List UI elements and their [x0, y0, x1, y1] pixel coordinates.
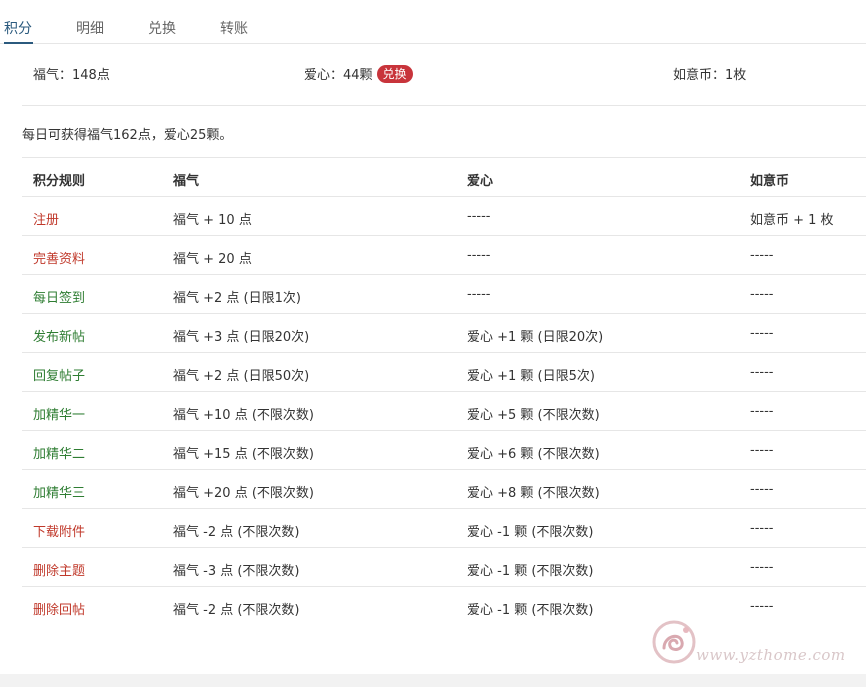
- aixin-cell: 爱心 -1 颗 (不限次数): [467, 525, 594, 540]
- points-summary: 福气：148点 爱心：44颗 兑换 如意币：1枚: [22, 44, 866, 106]
- fuqi-cell: 福气 +2 点 (日限1次): [173, 291, 301, 306]
- ruyibi-cell: -----: [750, 443, 774, 458]
- daily-limit-note: 每日可获得福气162点，爱心25颗。: [22, 128, 233, 143]
- table-row: 加精华二 福气 +15 点 (不限次数) 爱心 +6 颗 (不限次数) -----: [22, 430, 866, 469]
- aixin-cell: 爱心 -1 颗 (不限次数): [467, 564, 594, 579]
- table-row: 每日签到 福气 +2 点 (日限1次) ----- -----: [22, 274, 866, 313]
- fuqi-cell: 福气 +3 点 (日限20次): [173, 330, 310, 345]
- aixin-cell: -----: [467, 287, 491, 302]
- ruyibi-cell: -----: [750, 599, 774, 614]
- rule-name-cell: 完善资料: [33, 252, 86, 267]
- ruyibi-cell: 如意币 + 1 枚: [750, 213, 834, 228]
- tab-bar: 积分 明细 兑换 转账: [0, 0, 866, 44]
- ruyibi-cell: -----: [750, 326, 774, 341]
- tab-points[interactable]: 积分: [4, 18, 32, 38]
- ruyibi-cell: -----: [750, 560, 774, 575]
- header-fuqi: 福气: [173, 174, 200, 189]
- fuqi-cell: 福气 -3 点 (不限次数): [173, 564, 300, 579]
- points-rules-table: 积分规则 福气 爱心 如意币 注册 福气 + 10 点 ----- 如意币 + 1 枚…: [22, 157, 866, 625]
- tab-exchange[interactable]: 兑换: [148, 18, 176, 38]
- aixin-cell: -----: [467, 248, 491, 263]
- rule-name-cell: 注册: [33, 213, 60, 228]
- table-header-row: 积分规则 福气 爱心 如意币: [22, 157, 866, 196]
- table-row: 回复帖子 福气 +2 点 (日限50次) 爱心 +1 颗 (日限5次) -----: [22, 352, 866, 391]
- aixin-cell: 爱心 +8 颗 (不限次数): [467, 486, 600, 501]
- fuqi-cell: 福气 -2 点 (不限次数): [173, 603, 300, 618]
- footer-strip: [0, 674, 866, 687]
- tab-details[interactable]: 明细: [76, 18, 104, 38]
- aixin-cell: -----: [467, 209, 491, 224]
- ruyibi-balance: 如意币：1枚: [673, 68, 747, 83]
- watermark-logo-icon: [652, 620, 696, 664]
- aixin-balance-wrap: 爱心：44颗 兑换: [304, 64, 413, 83]
- fuqi-balance: 福气：148点: [33, 68, 110, 83]
- fuqi-cell: 福气 +10 点 (不限次数): [173, 408, 314, 423]
- rule-name-cell: 发布新帖: [33, 330, 86, 345]
- rule-name-cell: 下载附件: [33, 525, 86, 540]
- header-rule: 积分规则: [33, 174, 86, 189]
- aixin-cell: 爱心 +1 颗 (日限20次): [467, 330, 604, 345]
- header-ruyibi: 如意币: [750, 174, 790, 189]
- ruyibi-cell: -----: [750, 248, 774, 263]
- rule-name-cell: 删除主题: [33, 564, 86, 579]
- exchange-badge-button[interactable]: 兑换: [376, 65, 413, 83]
- fuqi-cell: 福气 +2 点 (日限50次): [173, 369, 310, 384]
- fuqi-cell: 福气 +20 点 (不限次数): [173, 486, 314, 501]
- ruyibi-cell: -----: [750, 521, 774, 536]
- table-row: 删除主题 福气 -3 点 (不限次数) 爱心 -1 颗 (不限次数) -----: [22, 547, 866, 586]
- fuqi-cell: 福气 -2 点 (不限次数): [173, 525, 300, 540]
- aixin-cell: 爱心 -1 颗 (不限次数): [467, 603, 594, 618]
- table-row: 加精华一 福气 +10 点 (不限次数) 爱心 +5 颗 (不限次数) -----: [22, 391, 866, 430]
- aixin-cell: 爱心 +5 颗 (不限次数): [467, 408, 600, 423]
- aixin-balance: 爱心：44颗: [304, 68, 373, 83]
- ruyibi-cell: -----: [750, 404, 774, 419]
- rule-name-cell: 删除回帖: [33, 603, 86, 618]
- table-body: 注册 福气 + 10 点 ----- 如意币 + 1 枚完善资料 福气 + 20 点 --…: [22, 196, 866, 625]
- fuqi-cell: 福气 + 20 点: [173, 252, 252, 267]
- rule-name-cell: 加精华三: [33, 486, 86, 501]
- table-row: 完善资料 福气 + 20 点 ----- -----: [22, 235, 866, 274]
- watermark-text: www.yzthome.com: [696, 646, 846, 664]
- rule-name-cell: 回复帖子: [33, 369, 86, 384]
- tab-transfer[interactable]: 转账: [220, 18, 248, 38]
- table-row: 发布新帖 福气 +3 点 (日限20次) 爱心 +1 颗 (日限20次) -----: [22, 313, 866, 352]
- table-row: 加精华三 福气 +20 点 (不限次数) 爱心 +8 颗 (不限次数) -----: [22, 469, 866, 508]
- rule-name-cell: 加精华二: [33, 447, 86, 462]
- aixin-cell: 爱心 +1 颗 (日限5次): [467, 369, 595, 384]
- ruyibi-cell: -----: [750, 287, 774, 302]
- table-row: 删除回帖 福气 -2 点 (不限次数) 爱心 -1 颗 (不限次数) -----: [22, 586, 866, 625]
- fuqi-cell: 福气 +15 点 (不限次数): [173, 447, 314, 462]
- ruyibi-cell: -----: [750, 365, 774, 380]
- table-row: 下载附件 福气 -2 点 (不限次数) 爱心 -1 颗 (不限次数) -----: [22, 508, 866, 547]
- ruyibi-cell: -----: [750, 482, 774, 497]
- fuqi-cell: 福气 + 10 点: [173, 213, 252, 228]
- table-row: 注册 福气 + 10 点 ----- 如意币 + 1 枚: [22, 196, 866, 235]
- rule-name-cell: 加精华一: [33, 408, 86, 423]
- site-watermark: www.yzthome.com: [650, 618, 845, 670]
- aixin-cell: 爱心 +6 颗 (不限次数): [467, 447, 600, 462]
- header-aixin: 爱心: [467, 174, 494, 189]
- rule-name-cell: 每日签到: [33, 291, 86, 306]
